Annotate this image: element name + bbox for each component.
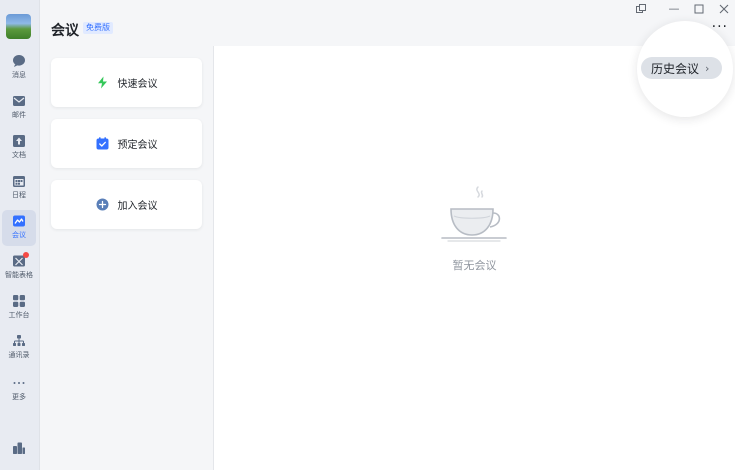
join-meeting-card[interactable]: 加入会议 bbox=[51, 180, 202, 229]
rail-item-meeting[interactable]: 会议 bbox=[2, 210, 36, 246]
history-meetings-button[interactable]: 历史会议 › bbox=[641, 57, 722, 79]
left-rail: 消息 邮件 文档 日程 会议 智能表格 工作台 通讯录 更多 bbox=[0, 0, 40, 470]
schedule-meeting-label: 预定会议 bbox=[117, 140, 158, 151]
calendar-check-icon bbox=[96, 137, 108, 150]
rail-item-workbench[interactable]: 工作台 bbox=[2, 290, 36, 326]
building-icon[interactable] bbox=[12, 441, 26, 455]
rail-item-smart-sheet[interactable]: 智能表格 bbox=[2, 250, 36, 286]
rail-label-workbench: 工作台 bbox=[8, 311, 30, 319]
maximize-icon[interactable] bbox=[693, 3, 705, 15]
page-title: 会议 bbox=[51, 23, 79, 39]
workbench-icon bbox=[13, 295, 25, 307]
join-meeting-label: 加入会议 bbox=[117, 201, 158, 212]
rail-item-messages[interactable]: 消息 bbox=[2, 50, 36, 86]
contacts-icon bbox=[13, 335, 25, 346]
rail-item-contacts[interactable]: 通讯录 bbox=[2, 330, 36, 366]
plus-circle-icon bbox=[96, 198, 108, 211]
chevron-right-icon: › bbox=[705, 61, 710, 75]
mail-icon bbox=[13, 96, 25, 106]
rail-label-messages: 消息 bbox=[12, 71, 26, 79]
top-bar: 会议 免费版 — ··· bbox=[40, 0, 735, 46]
calendar-icon bbox=[13, 176, 25, 187]
meeting-list-area: 暂无会议 bbox=[214, 46, 735, 470]
minimize-button[interactable]: — bbox=[668, 3, 680, 15]
rail-item-more[interactable]: 更多 bbox=[2, 372, 36, 408]
pop-out-icon[interactable] bbox=[635, 3, 647, 15]
docs-icon bbox=[13, 135, 25, 147]
meeting-icon bbox=[13, 215, 25, 227]
rail-label-docs: 文档 bbox=[12, 151, 26, 159]
lightning-icon bbox=[97, 76, 107, 89]
rail-item-mail[interactable]: 邮件 bbox=[2, 90, 36, 126]
notification-dot bbox=[23, 252, 29, 258]
rail-label-calendar: 日程 bbox=[12, 191, 26, 199]
schedule-meeting-card[interactable]: 预定会议 bbox=[51, 119, 202, 168]
rail-label-more: 更多 bbox=[12, 393, 26, 401]
close-icon[interactable] bbox=[718, 3, 730, 15]
rail-label-smart-sheet: 智能表格 bbox=[5, 271, 33, 279]
more-dots-icon bbox=[13, 382, 25, 384]
coffee-cup-icon bbox=[441, 186, 507, 242]
message-icon bbox=[13, 55, 25, 67]
rail-label-contacts: 通讯录 bbox=[8, 351, 30, 359]
history-meetings-label: 历史会议 bbox=[651, 61, 700, 76]
rail-item-docs[interactable]: 文档 bbox=[2, 130, 36, 166]
free-plan-badge: 免费版 bbox=[83, 22, 113, 34]
rail-label-meeting: 会议 bbox=[12, 231, 26, 239]
rail-label-mail: 邮件 bbox=[12, 111, 26, 119]
rail-item-calendar[interactable]: 日程 bbox=[2, 170, 36, 206]
quick-meeting-card[interactable]: 快速会议 bbox=[51, 58, 202, 107]
user-avatar[interactable] bbox=[6, 14, 31, 39]
quick-meeting-label: 快速会议 bbox=[117, 79, 158, 90]
history-spotlight: 历史会议 › bbox=[637, 21, 733, 117]
empty-state-text: 暂无会议 bbox=[452, 259, 497, 272]
meeting-actions-panel: 快速会议 预定会议 加入会议 bbox=[40, 46, 214, 470]
